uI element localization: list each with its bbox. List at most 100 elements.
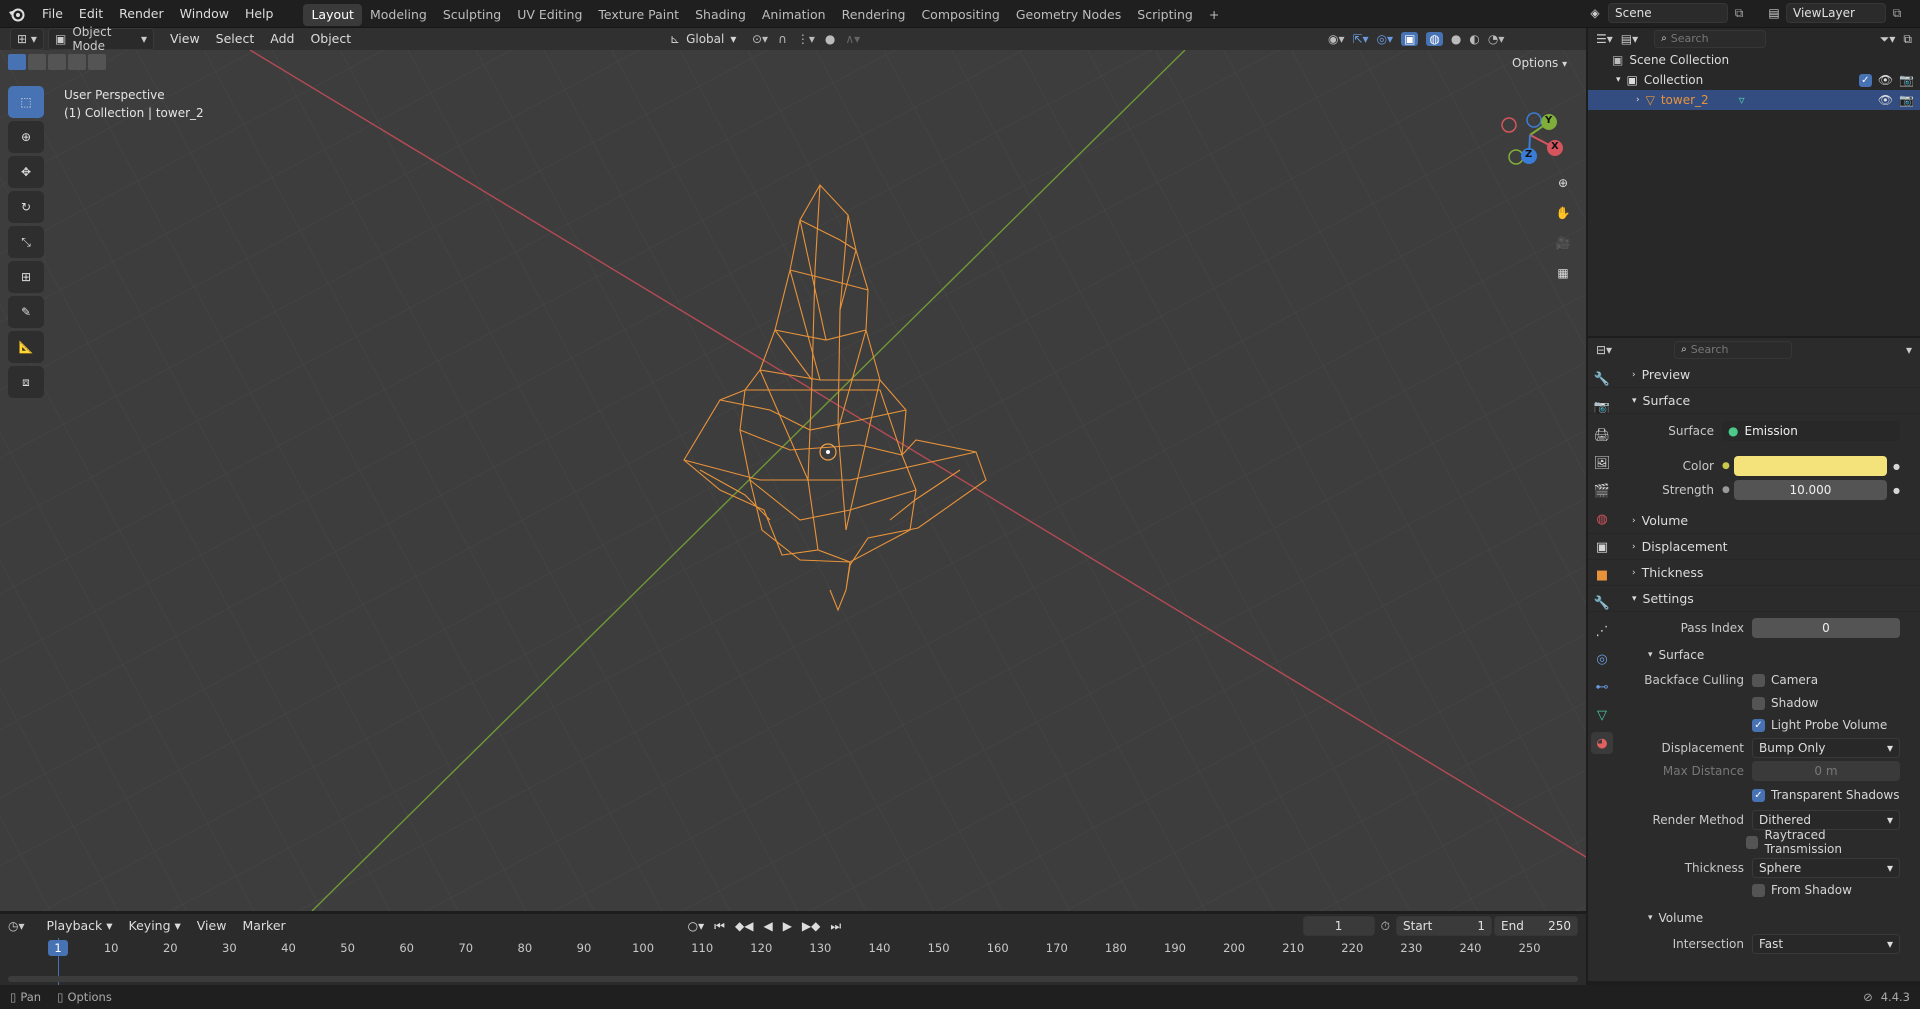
jump-end-icon[interactable]: ⏭ — [830, 919, 841, 934]
viewlayer-name-field[interactable]: ViewLayer — [1786, 3, 1886, 23]
chevron-down-icon[interactable]: ▾ — [1906, 343, 1912, 357]
editor-type-button[interactable]: ⊞ ▾ — [10, 28, 44, 50]
next-keyframe-icon[interactable]: ▶◆ — [802, 919, 820, 933]
rendered-shading-icon[interactable]: ◔▾ — [1488, 32, 1505, 46]
transform-orientation[interactable]: ⊾ Global ▾ — [670, 28, 736, 50]
color-swatch[interactable] — [1733, 456, 1888, 476]
tab-texture-paint[interactable]: Texture Paint — [590, 4, 687, 26]
select-extend-icon[interactable] — [28, 54, 46, 70]
intersection-dropdown[interactable]: Fast ▾ — [1752, 934, 1900, 954]
camera-icon[interactable]: 📷 — [1899, 93, 1914, 107]
new-scene-icon[interactable]: ⧉ — [1728, 6, 1750, 21]
add-cube-tool-icon[interactable]: ⧈ — [8, 366, 44, 398]
thickness-panel-header[interactable]: › Thickness — [1588, 560, 1920, 586]
snap-icon[interactable]: ∩ — [778, 32, 787, 46]
scene-collection-row[interactable]: ▣ Scene Collection — [1588, 50, 1920, 70]
visibility-icon[interactable]: ◉▾ — [1328, 32, 1345, 46]
select-new-icon[interactable] — [8, 54, 26, 70]
ortho-grid-icon[interactable]: ▦ — [1550, 260, 1576, 286]
camera-icon[interactable]: 📷 — [1899, 73, 1914, 87]
menu-window[interactable]: Window — [172, 0, 237, 28]
pan-hand-icon[interactable]: ✋ — [1550, 200, 1576, 226]
render-method-dropdown[interactable]: Dithered ▾ — [1752, 810, 1900, 830]
new-viewlayer-icon[interactable]: ⧉ — [1886, 6, 1908, 21]
socket-dot-icon[interactable]: ● — [1722, 461, 1730, 471]
pivot-point-icon[interactable]: ⊙▾ — [752, 32, 768, 46]
properties-search-input[interactable]: ⌕ Search — [1674, 341, 1793, 359]
move-tool-icon[interactable]: ✥ — [8, 156, 44, 188]
timeline-scrollbar[interactable] — [8, 976, 1578, 982]
menu-edit[interactable]: Edit — [71, 0, 111, 28]
neg-y-axis-icon[interactable] — [1508, 149, 1524, 165]
tower-object-row[interactable]: › ▽ tower_2 ▿ 👁 📷 — [1588, 90, 1920, 110]
viewlayer-selector[interactable]: ▤ ViewLayer ⧉ — [1762, 3, 1908, 23]
properties-editor-icon[interactable]: ⊟▾ — [1596, 343, 1612, 357]
from-shadow-checkbox[interactable] — [1752, 883, 1765, 897]
preview-panel-header[interactable]: › Preview — [1588, 362, 1920, 388]
mode-dropdown[interactable]: ▣ Object Mode ▾ — [48, 25, 154, 53]
select-box-tool-icon[interactable]: ⬚ — [8, 86, 44, 118]
raytraced-transmission-checkbox[interactable] — [1746, 835, 1759, 849]
outliner-search-input[interactable]: ⌕ Search — [1654, 30, 1767, 48]
select-invert-icon[interactable] — [68, 54, 86, 70]
transparent-shadows-checkbox[interactable]: ✓ — [1752, 788, 1765, 802]
tab-geometry-nodes[interactable]: Geometry Nodes — [1008, 4, 1129, 26]
timeline-editor-icon[interactable]: ◷▾ — [8, 919, 25, 933]
keyframe-dot-icon[interactable]: ● — [1893, 462, 1900, 471]
3d-viewport[interactable]: User Perspective (1) Collection | tower_… — [0, 50, 1586, 911]
menu-help[interactable]: Help — [237, 0, 282, 28]
scale-tool-icon[interactable]: ⤡ — [8, 226, 44, 258]
tab-uv-editing[interactable]: UV Editing — [509, 4, 590, 26]
menu-object[interactable]: Object — [302, 28, 359, 50]
cursor-tool-icon[interactable]: ⊕ — [8, 121, 44, 153]
prev-keyframe-icon[interactable]: ◆◀ — [735, 919, 753, 933]
menu-marker[interactable]: Marker — [234, 914, 293, 938]
display-mode-icon[interactable]: ▤▾ — [1621, 32, 1638, 46]
end-frame-field[interactable]: End 250 — [1494, 916, 1578, 936]
thickness-mode-dropdown[interactable]: Sphere ▾ — [1752, 858, 1900, 878]
menu-view[interactable]: View — [162, 28, 208, 50]
collection-checkbox[interactable]: ✓ — [1858, 73, 1872, 87]
surface-shader-field[interactable]: ● Emission — [1722, 421, 1900, 441]
settings-panel-header[interactable]: ▾ Settings — [1588, 586, 1920, 612]
tab-modeling[interactable]: Modeling — [362, 4, 435, 26]
volume-panel-header[interactable]: › Volume — [1588, 508, 1920, 534]
blender-logo-icon[interactable] — [0, 0, 34, 28]
filter-icon[interactable]: ⏷▾ — [1880, 32, 1896, 47]
tab-compositing[interactable]: Compositing — [913, 4, 1007, 26]
solid-shading-icon[interactable]: ● — [1451, 32, 1461, 46]
navigation-gizmo[interactable]: Y X Z — [1495, 100, 1565, 170]
volume-subpanel-header[interactable]: ▾ Volume — [1588, 904, 1920, 932]
auto-keying-icon[interactable]: ○▾ — [688, 919, 705, 933]
menu-select[interactable]: Select — [208, 28, 263, 50]
eye-icon[interactable]: 👁 — [1878, 93, 1893, 107]
tab-scripting[interactable]: Scripting — [1129, 4, 1201, 26]
camera-view-icon[interactable]: 🎥 — [1550, 230, 1576, 256]
pass-index-field[interactable]: 0 — [1752, 618, 1900, 638]
displacement-method-dropdown[interactable]: Bump Only ▾ — [1752, 738, 1900, 758]
timeline-frames[interactable]: 1 10 20 30 40 50 60 70 80 90 100 110 120 130 140 150 16… — [0, 938, 1586, 986]
strength-field[interactable]: 10.000 — [1733, 480, 1888, 500]
start-frame-field[interactable]: Start 1 — [1396, 916, 1492, 936]
chevron-down-icon[interactable]: ▾ — [1616, 75, 1621, 85]
add-workspace-button[interactable]: + — [1201, 4, 1227, 26]
menu-file[interactable]: File — [34, 0, 71, 28]
select-subtract-icon[interactable] — [48, 54, 66, 70]
tab-layout[interactable]: Layout — [303, 4, 362, 26]
collection-row[interactable]: ▾ ▣ Collection ✓ 👁 📷 — [1588, 70, 1920, 90]
annotate-tool-icon[interactable]: ✎ — [8, 296, 44, 328]
chevron-right-icon[interactable]: › — [1636, 95, 1640, 105]
menu-add[interactable]: Add — [262, 28, 302, 50]
gizmo-toggle-icon[interactable]: ⇱▾ — [1353, 32, 1369, 46]
tab-shading[interactable]: Shading — [687, 4, 754, 26]
new-collection-icon[interactable]: ⧉ — [1903, 32, 1912, 47]
menu-playback[interactable]: Playback ▾ — [39, 914, 121, 938]
xray-icon[interactable]: ▣ — [1401, 32, 1419, 46]
transform-tool-icon[interactable]: ⊞ — [8, 261, 44, 293]
options-button[interactable]: Options ▾ — [1512, 56, 1567, 70]
shadow-checkbox[interactable] — [1752, 696, 1765, 710]
tab-rendering[interactable]: Rendering — [834, 4, 914, 26]
surface-subpanel-header[interactable]: ▾ Surface — [1588, 642, 1920, 668]
displacement-panel-header[interactable]: › Displacement — [1588, 534, 1920, 560]
mesh-data-icon[interactable]: ▿ — [1739, 93, 1745, 107]
